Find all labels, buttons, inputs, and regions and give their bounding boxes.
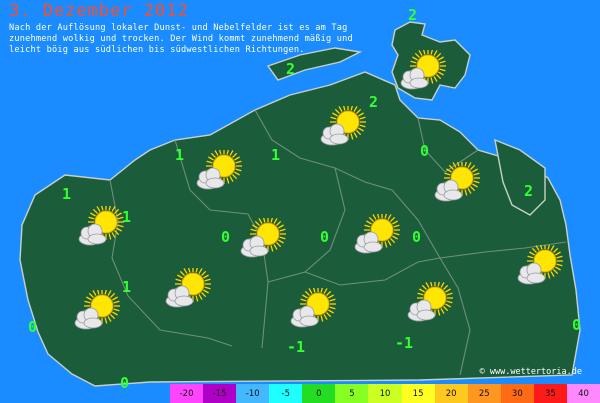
temperature-label-parchim: 0	[28, 318, 38, 336]
weather-map: 3. Dezember 2012 Nach der Auflösung loka…	[0, 0, 600, 403]
scale-segment: -20	[170, 384, 204, 403]
temperature-label-mueritz: -1	[287, 338, 306, 356]
sun-behind-cloud-icon	[238, 216, 286, 260]
sun-behind-cloud-icon	[405, 280, 453, 324]
forecast-description: Nach der Auflösung lokaler Dunst- und Ne…	[9, 23, 353, 55]
copyright-notice: © www.wettertoria.de	[479, 367, 582, 377]
sun-behind-cloud-icon	[515, 243, 563, 287]
scale-segment: 35	[533, 384, 567, 403]
temperature-scale-legend: -20 -15 -10 -5 0 5 10 15 20 25 30 35 40	[170, 384, 600, 403]
temperature-label-far-south: 0	[120, 374, 130, 392]
temperature-label-uecker: 0	[572, 316, 582, 334]
sun-behind-cloud-icon	[352, 212, 400, 256]
temperature-label-southwest: 1	[122, 278, 132, 296]
temperature-label-wismar: 1	[175, 146, 185, 164]
temperature-label-west-coast: 1	[62, 185, 72, 203]
sun-behind-cloud-icon	[194, 148, 242, 192]
scale-segment: -10	[236, 384, 270, 403]
scale-segment: 5	[335, 384, 369, 403]
temperature-label-usedom: 2	[524, 182, 534, 200]
temperature-label-demmin: 0	[412, 228, 422, 246]
sun-behind-cloud-icon	[288, 286, 336, 330]
scale-segment: 0	[302, 384, 336, 403]
temperature-label-stralsund: 2	[369, 93, 379, 111]
page-title: 3. Dezember 2012	[9, 1, 189, 21]
sun-behind-cloud-icon	[432, 160, 480, 204]
sun-behind-cloud-icon	[72, 288, 120, 332]
scale-segment: 20	[434, 384, 468, 403]
sun-behind-cloud-icon	[398, 48, 446, 92]
temperature-label-teterow: 0	[320, 228, 330, 246]
temperature-label-guestrow: 0	[221, 228, 231, 246]
sun-behind-cloud-icon	[163, 266, 211, 310]
temperature-label-north-ruegen: 2	[408, 6, 418, 24]
scale-segment: 30	[500, 384, 534, 403]
scale-segment: 10	[368, 384, 402, 403]
sun-behind-cloud-icon	[318, 104, 366, 148]
temperature-label-greifswald-north: 0	[420, 142, 430, 160]
temperature-label-zingst: 2	[286, 60, 296, 78]
scale-segment: 15	[401, 384, 435, 403]
scale-segment: 40	[566, 384, 600, 403]
scale-segment: 25	[467, 384, 501, 403]
sun-behind-cloud-icon	[76, 204, 124, 248]
temperature-label-neubrandenburg-south: -1	[395, 334, 414, 352]
scale-segment: -5	[269, 384, 303, 403]
temperature-label-rostock-south: 1	[271, 146, 281, 164]
scale-segment: -15	[203, 384, 237, 403]
